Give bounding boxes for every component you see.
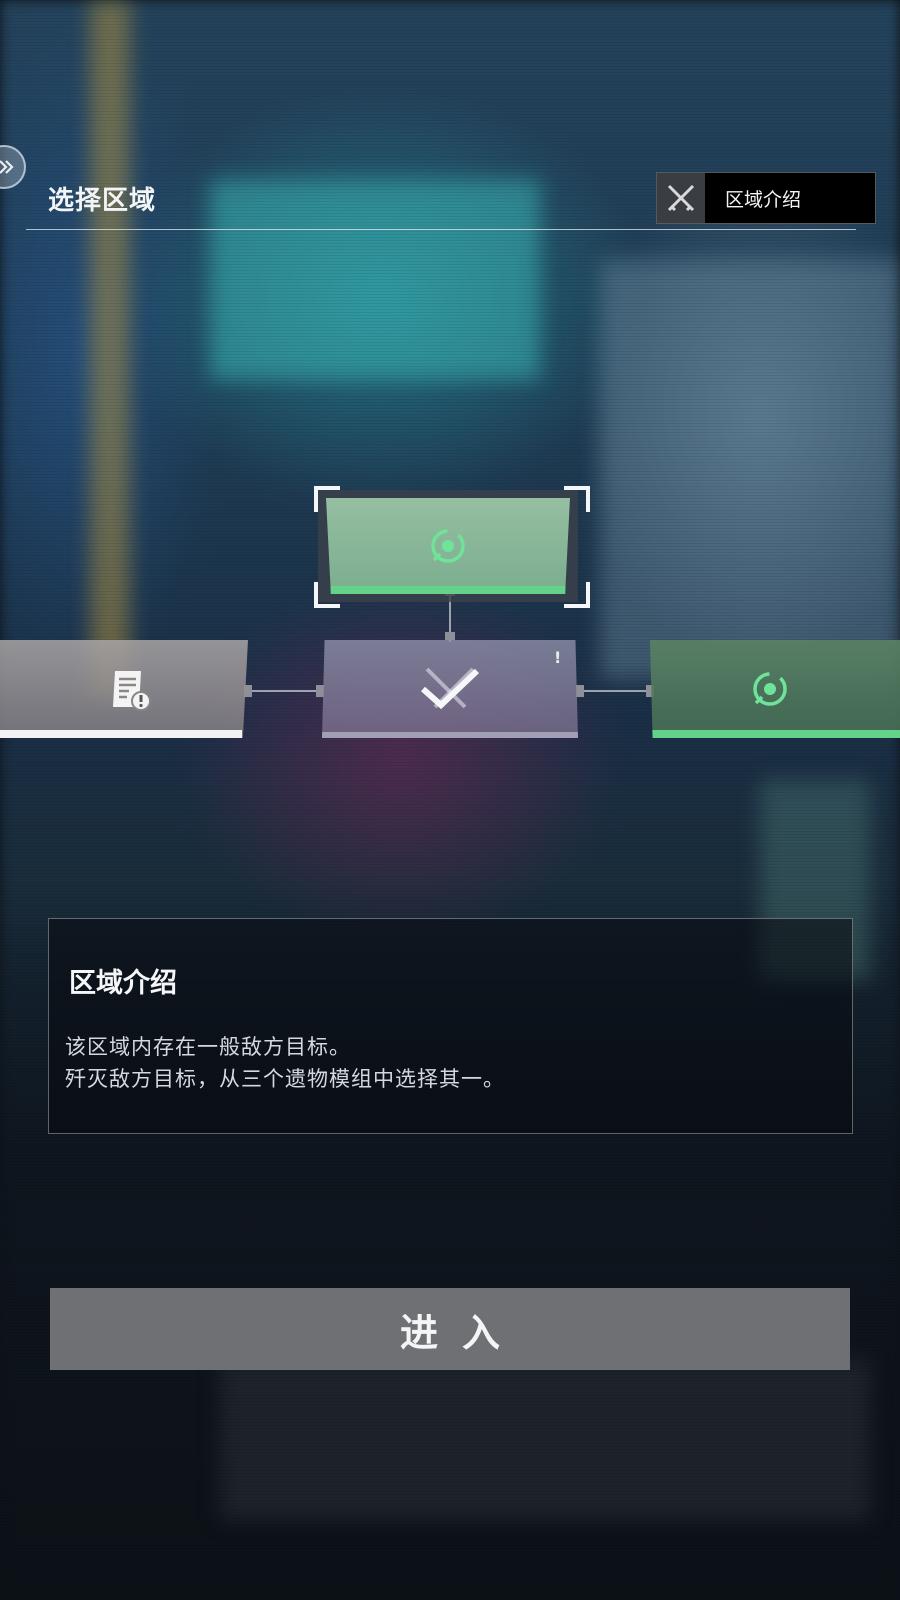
connector-right [578, 690, 650, 692]
map-node-middle[interactable] [322, 640, 578, 738]
combat-completed-icon [421, 667, 480, 710]
node-status-bar [0, 730, 242, 738]
info-description-line: 该区域内存在一般敌方目标。 [65, 1035, 351, 1059]
node-status-bar [322, 732, 578, 738]
area-intro-button[interactable]: 区域介绍 [656, 172, 876, 224]
selection-corner [314, 582, 340, 608]
map-node-top[interactable] [326, 498, 570, 594]
map-node-left[interactable] [0, 640, 248, 738]
target-icon [753, 672, 787, 706]
connector-left [248, 690, 322, 692]
game-screen: 选择区域 区域介绍 ! 区域介绍 该区域内存在一般敌方目标。 歼灭敌方目标，从三… [0, 0, 900, 1600]
selection-corner [314, 486, 340, 512]
area-intro-label: 区域介绍 [725, 188, 802, 211]
connector-joint [576, 685, 584, 697]
info-description-line: 歼灭敌方目标，从三个遗物模组中选择其一。 [65, 1067, 505, 1091]
background-ui-blocks [220, 1360, 870, 1520]
header-divider [26, 229, 856, 230]
selection-corner [564, 582, 590, 608]
connector-joint [445, 632, 455, 640]
background-pillar [90, 0, 130, 700]
node-status-bar [650, 730, 900, 738]
document-alert-icon [113, 671, 151, 711]
selection-corner [564, 486, 590, 512]
crossed-swords-icon [657, 173, 705, 223]
background-screen [210, 180, 540, 380]
double-chevron-right-icon [0, 160, 14, 174]
target-icon [431, 529, 465, 563]
map-node-right[interactable] [650, 640, 900, 738]
page-title: 选择区域 [48, 186, 157, 216]
area-info-panel: 区域介绍 该区域内存在一般敌方目标。 歼灭敌方目标，从三个遗物模组中选择其一。 [48, 918, 853, 1134]
background-building [600, 260, 900, 680]
node-alert-indicator: ! [554, 648, 562, 667]
info-title: 区域介绍 [69, 968, 177, 999]
connector-joint [316, 685, 324, 697]
enter-button[interactable]: 进入 [50, 1288, 850, 1370]
node-status-bar [326, 586, 570, 594]
